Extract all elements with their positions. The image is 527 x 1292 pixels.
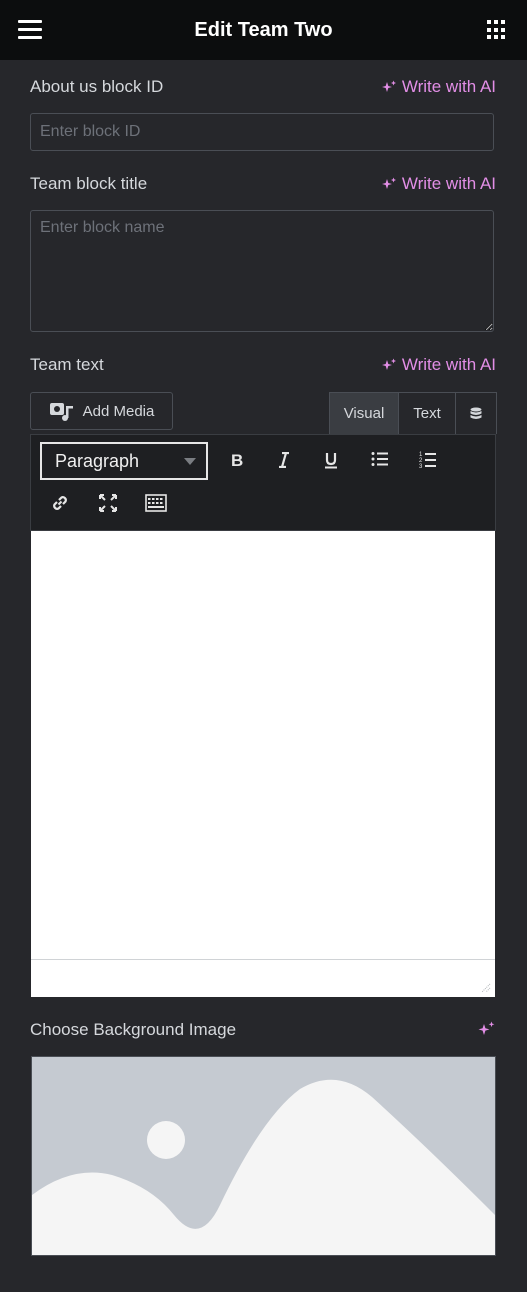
italic-icon [279, 452, 289, 468]
team-text-label: Team text [30, 355, 104, 374]
block-id-input[interactable] [30, 113, 494, 151]
sparkle-icon [381, 177, 396, 189]
tab-visual[interactable]: Visual [330, 393, 399, 434]
svg-text:3: 3 [419, 464, 423, 468]
write-with-ai-button-block-title[interactable]: Write with AI [381, 174, 496, 194]
svg-text:B: B [231, 452, 243, 468]
hamburger-menu-icon[interactable] [18, 20, 42, 40]
block-title-label: Team block title [30, 174, 148, 193]
resize-grip-icon[interactable] [479, 981, 491, 993]
add-media-button[interactable]: Add Media [30, 392, 173, 430]
underline-button[interactable] [317, 446, 345, 474]
chevron-down-icon [184, 458, 196, 465]
image-placeholder-icon [32, 1057, 495, 1255]
editor-toolbar: Paragraph B 123 [30, 434, 496, 531]
block-title-textarea[interactable] [30, 210, 494, 332]
bullet-list-button[interactable] [366, 445, 394, 473]
insert-link-button[interactable] [46, 489, 74, 517]
editor-mode-tabs: Visual Text [329, 392, 497, 434]
bold-icon: B [231, 452, 243, 468]
paragraph-format-select[interactable]: Paragraph [40, 442, 208, 480]
fullscreen-button[interactable] [94, 489, 122, 517]
bold-button[interactable]: B [223, 446, 251, 474]
keyboard-toolbar-icon [145, 494, 167, 512]
database-icon [470, 407, 482, 419]
italic-button[interactable] [270, 446, 298, 474]
link-icon [53, 496, 67, 510]
write-with-ai-button-block-id[interactable]: Write with AI [381, 77, 496, 97]
add-media-label: Add Media [82, 402, 155, 420]
sparkle-icon [381, 80, 396, 92]
write-with-ai-label: Write with AI [401, 77, 496, 96]
tab-text[interactable]: Text [399, 393, 456, 434]
dynamic-tags-button[interactable] [456, 393, 496, 434]
block-id-label: About us block ID [30, 77, 164, 96]
underline-icon [325, 452, 337, 468]
panel-title: Edit Team Two [194, 18, 333, 41]
rich-text-editor-area[interactable] [31, 531, 495, 959]
numbered-list-icon: 123 [419, 452, 436, 468]
background-image-label: Choose Background Image [30, 1020, 237, 1039]
write-with-ai-label: Write with AI [401, 355, 496, 374]
format-select-value: Paragraph [55, 450, 140, 471]
write-with-ai-button-team-text[interactable]: Write with AI [381, 355, 496, 375]
fullscreen-icon [99, 494, 117, 512]
panel-header: Edit Team Two [0, 0, 527, 60]
bullet-list-icon [371, 452, 388, 466]
sparkle-icon [381, 358, 396, 370]
add-media-icon [49, 403, 73, 421]
numbered-list-button[interactable]: 123 [414, 445, 442, 473]
sparkle-icon[interactable] [478, 1021, 496, 1037]
write-with-ai-label: Write with AI [401, 174, 496, 193]
background-image-picker[interactable] [31, 1056, 496, 1256]
toolbar-toggle-button[interactable] [142, 489, 170, 517]
apps-grid-icon[interactable] [487, 20, 507, 40]
editor-status-bar [31, 959, 495, 997]
